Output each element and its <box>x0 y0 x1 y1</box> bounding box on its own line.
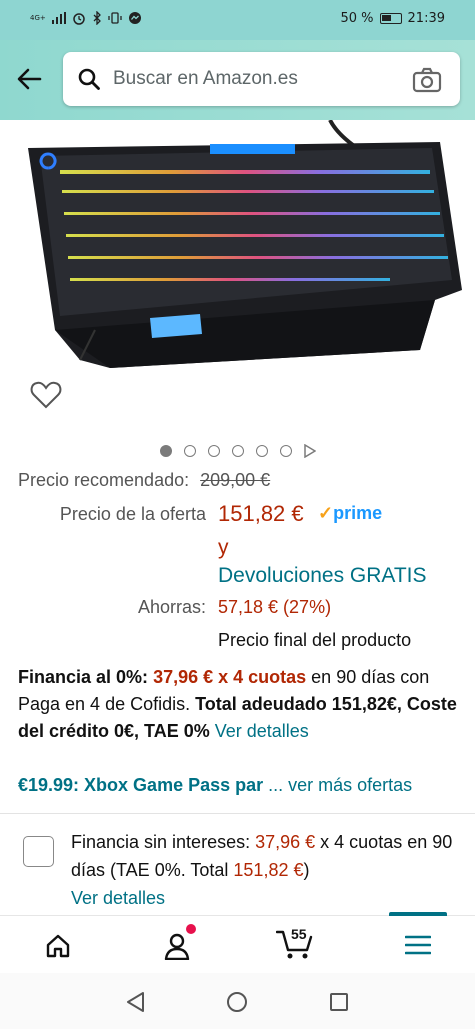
home-icon[interactable] <box>44 932 72 960</box>
search-bar[interactable] <box>63 52 460 106</box>
xbox-offer-link[interactable]: €19.99: Xbox Game Pass par <box>18 775 263 795</box>
free-returns-link[interactable]: Devoluciones GRATIS <box>218 564 427 588</box>
system-nav-bar <box>0 973 475 1029</box>
and-text: y <box>218 536 229 559</box>
active-tab-indicator <box>389 912 447 916</box>
carousel-dots <box>0 444 475 458</box>
nav-recents-icon[interactable] <box>328 991 350 1013</box>
savings-value: 57,18 € (27%) <box>218 597 332 617</box>
product-image-keyboard[interactable] <box>0 120 475 420</box>
prime-text: prime <box>333 503 383 523</box>
other-offers-row: €19.99: Xbox Game Pass par ... ver más o… <box>18 775 412 796</box>
vibrate-icon <box>108 12 122 24</box>
bottom-tab-bar: 55 <box>0 912 475 973</box>
more-offers-link[interactable]: ... ver más ofertas <box>263 775 412 795</box>
recommended-price-label: Precio recomendado: <box>18 470 190 490</box>
installments-total: 151,82 € <box>233 860 304 880</box>
status-bar: 4G+ 50 % 21:39 <box>0 0 475 40</box>
offer-price-value: 151,82 € <box>218 501 304 526</box>
final-price-note: Precio final del producto <box>218 630 412 650</box>
installments-details-link[interactable]: Ver detalles <box>71 888 165 908</box>
prime-badge: ✓prime <box>318 503 382 524</box>
account-tab[interactable] <box>164 924 196 962</box>
cart-tab[interactable]: 55 <box>275 926 316 962</box>
carousel-dot[interactable] <box>159 445 172 457</box>
installments-info: Financia sin intereses: 37,96 € x 4 cuot… <box>71 828 461 912</box>
status-right: 50 % 21:39 <box>341 11 446 26</box>
recommended-price-row: Precio recomendado: 209,00 € <box>18 470 270 491</box>
hamburger-icon[interactable] <box>405 934 431 956</box>
financing-info: Financia al 0%: 37,96 € x 4 cuotas en 90… <box>18 664 458 745</box>
search-input[interactable] <box>113 64 398 94</box>
network-indicator: 4G+ <box>30 13 46 22</box>
recommended-price-value: 209,00 € <box>200 470 271 490</box>
installments-end: ) <box>303 860 310 880</box>
carousel-dot[interactable] <box>255 445 268 457</box>
nav-home-icon[interactable] <box>226 991 248 1013</box>
carousel-dot[interactable] <box>207 445 220 457</box>
clock: 21:39 <box>407 11 445 26</box>
offer-price-label: Precio de la oferta <box>59 504 206 524</box>
heart-outline-icon[interactable] <box>30 380 62 410</box>
person-icon <box>164 933 190 961</box>
arrow-left-icon[interactable] <box>14 64 44 94</box>
section-divider <box>0 813 475 814</box>
cart-count: 55 <box>291 926 307 942</box>
alarm-icon <box>73 13 85 25</box>
battery-percent: 50 % <box>340 11 374 26</box>
notification-badge <box>186 924 196 934</box>
bluetooth-icon <box>93 11 101 25</box>
installments-checkbox[interactable] <box>23 836 54 867</box>
installments-lead: Financia sin intereses: <box>71 832 256 852</box>
nav-back-icon[interactable] <box>125 991 147 1013</box>
carousel-dot[interactable] <box>279 445 292 457</box>
app-header <box>0 40 475 120</box>
financing-lead: Financia al 0%: <box>18 667 149 687</box>
carousel-dot[interactable] <box>231 445 244 457</box>
prime-check: ✓ <box>318 503 334 523</box>
carousel-dot[interactable] <box>183 445 196 457</box>
savings-label: Ahorras: <box>137 597 206 617</box>
financing-amount: 37,96 € x 4 cuotas <box>153 667 307 687</box>
financing-details-link[interactable]: Ver detalles <box>210 721 309 741</box>
camera-icon[interactable] <box>412 67 442 93</box>
search-icon <box>78 68 100 90</box>
battery-icon <box>379 13 402 24</box>
status-left: 4G+ <box>30 11 142 25</box>
signal-icon <box>51 12 66 24</box>
play-video-icon[interactable] <box>303 444 316 458</box>
messenger-icon <box>128 12 141 24</box>
installments-amount: 37,96 € <box>255 832 316 852</box>
